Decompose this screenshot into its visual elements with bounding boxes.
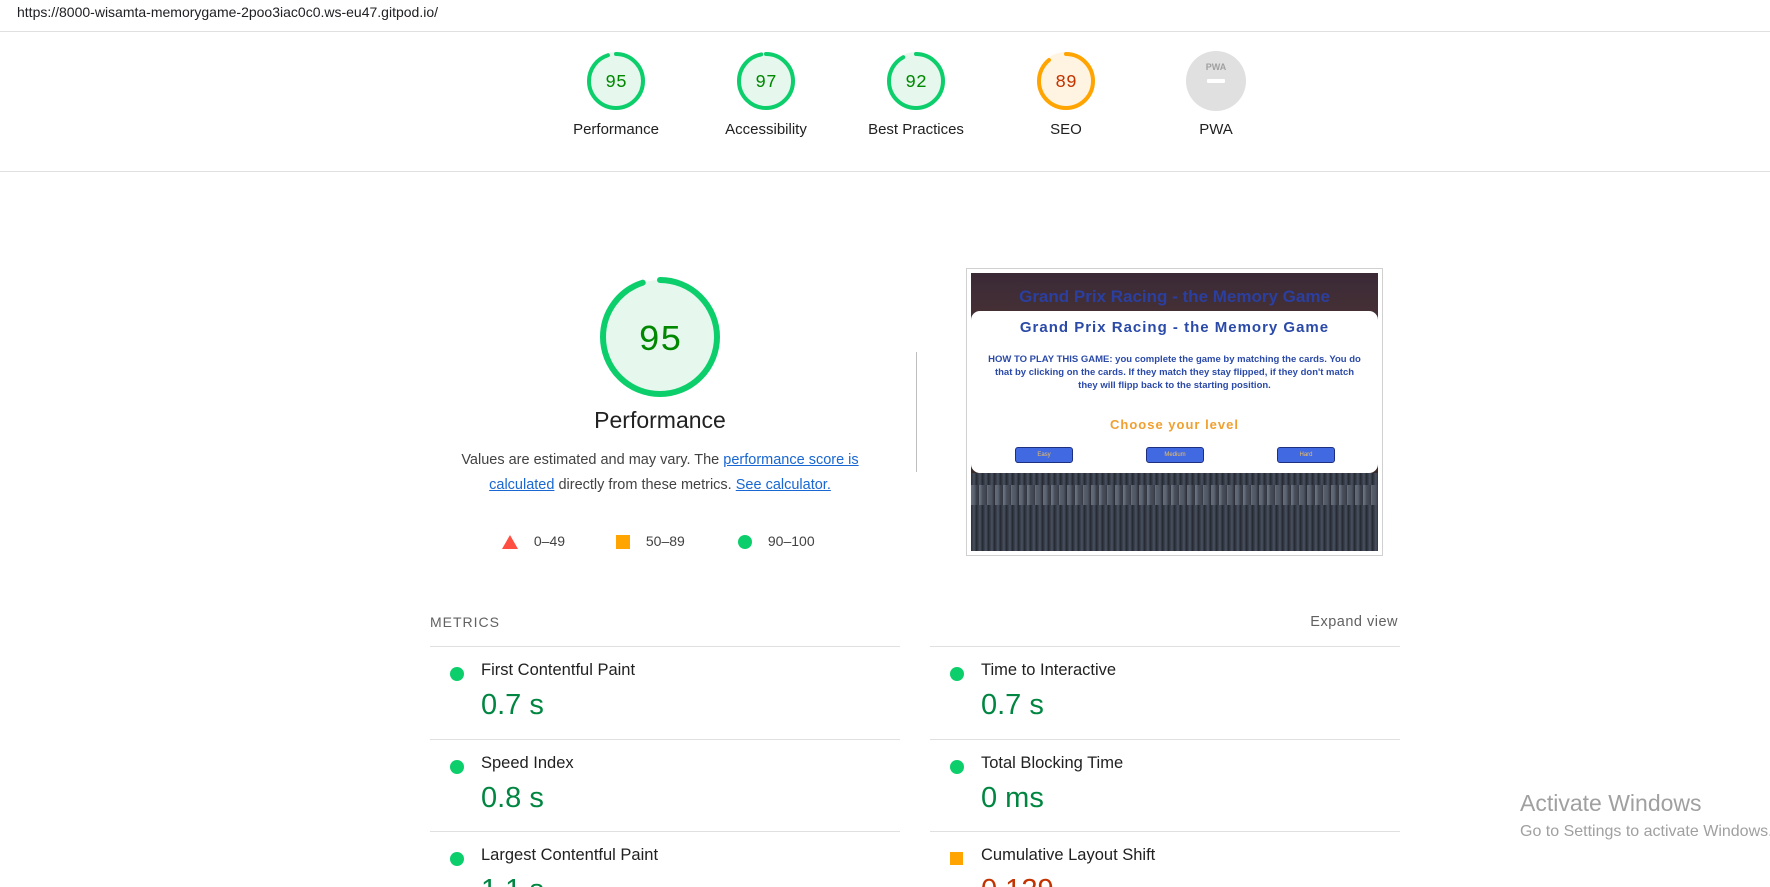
gauge-accessibility-value: 97	[755, 73, 777, 93]
screenshot-bg-title: Grand Prix Racing - the Memory Game	[1019, 287, 1330, 306]
final-screenshot[interactable]: Grand Prix Racing - the Memory Game Gran…	[966, 268, 1383, 556]
modal-title: Grand Prix Racing - the Memory Game	[1019, 319, 1330, 336]
gauge-seo[interactable]: 89 SEO	[991, 50, 1141, 138]
address-bar[interactable]: https://8000-wisamta-memorygame-2poo3iac…	[0, 0, 1770, 32]
level-medium-button: Medium	[1146, 447, 1204, 463]
metric-value: 0.7 s	[481, 689, 544, 721]
metric-largest-contentful-paint: Largest Contentful Paint 1.1 s	[430, 831, 900, 887]
average-square-icon	[950, 852, 963, 865]
metric-value: 1.1 s	[481, 874, 544, 887]
metric-name: Cumulative Layout Shift	[981, 846, 1156, 864]
gauge-pwa[interactable]: PWA PWA	[1141, 50, 1291, 138]
score-legend: 0–49 50–89 90–100	[500, 530, 840, 554]
gauge-seo-label: SEO	[1050, 121, 1082, 138]
screenshot-image: Grand Prix Racing - the Memory Game Gran…	[971, 273, 1378, 551]
score-gauges-header: 95 Performance 97 Accessibility 92 Best …	[0, 32, 1770, 172]
performance-description: Values are estimated and may vary. The p…	[461, 452, 859, 493]
pass-circle-icon	[450, 667, 464, 681]
metric-first-contentful-paint: First Contentful Paint 0.7 s	[430, 646, 900, 738]
triangle-icon	[502, 535, 518, 550]
url-text: https://8000-wisamta-memorygame-2poo3iac…	[17, 4, 438, 20]
grandstand-highlight	[971, 485, 1378, 505]
metric-name: Largest Contentful Paint	[481, 846, 659, 864]
gauge-accessibility-ring: 97	[737, 52, 795, 110]
watermark-line-2: Go to Settings to activate Windows.	[1520, 823, 1770, 840]
performance-title: Performance	[594, 407, 726, 433]
screenshot-modal: Grand Prix Racing - the Memory Game HOW …	[971, 311, 1378, 473]
see-calculator-link[interactable]: See calculator.	[736, 477, 831, 493]
performance-big-gauge: 95	[600, 277, 720, 397]
level-easy-button: Easy	[1015, 447, 1073, 463]
metric-speed-index: Speed Index 0.8 s	[430, 739, 900, 831]
metric-time-to-interactive: Time to Interactive 0.7 s	[930, 646, 1400, 738]
metrics-heading: METRICS	[430, 614, 500, 630]
circle-icon	[738, 535, 752, 550]
gauge-accessibility-label: Accessibility	[725, 121, 807, 138]
square-icon	[616, 535, 630, 550]
gauge-best-practices-ring: 92	[887, 52, 945, 110]
gauge-pwa-label: PWA	[1199, 121, 1233, 138]
modal-choose-level: Choose your level	[1110, 417, 1239, 432]
metric-value: 0 ms	[981, 782, 1044, 814]
metric-name: Time to Interactive	[981, 661, 1117, 679]
metric-total-blocking-time: Total Blocking Time 0 ms	[930, 739, 1400, 831]
legend-fail: 0–49	[502, 530, 565, 552]
pass-circle-icon	[950, 760, 964, 774]
gauge-seo-value: 89	[1055, 73, 1077, 93]
gauge-seo-ring: 89	[1037, 52, 1095, 110]
pwa-badge-icon: PWA	[1186, 51, 1246, 111]
metric-cumulative-layout-shift: Cumulative Layout Shift 0.129	[930, 831, 1400, 887]
gauge-performance[interactable]: 95 Performance	[541, 50, 691, 138]
metric-name: Speed Index	[481, 754, 574, 772]
pass-circle-icon	[950, 667, 964, 681]
level-hard-button: Hard	[1277, 447, 1335, 463]
pass-circle-icon	[450, 760, 464, 774]
gauge-performance-ring: 95	[587, 52, 645, 110]
pass-circle-icon	[450, 852, 464, 866]
metric-value: 0.129	[981, 874, 1054, 887]
windows-activation-watermark: Activate Windows Go to Settings to activ…	[1520, 790, 1770, 841]
watermark-line-1: Activate Windows	[1520, 790, 1702, 816]
metric-name: Total Blocking Time	[981, 754, 1124, 772]
gauge-best-practices-value: 92	[905, 73, 927, 93]
modal-instructions: HOW TO PLAY THIS GAME: you complete the …	[988, 354, 1361, 391]
gauge-performance-value: 95	[605, 73, 627, 93]
metric-value: 0.8 s	[481, 782, 544, 814]
performance-big-value: 95	[638, 320, 681, 361]
gauge-performance-label: Performance	[573, 121, 659, 138]
legend-pass: 90–100	[738, 530, 815, 552]
pwa-badge-text: PWA	[1206, 62, 1227, 72]
metric-name: First Contentful Paint	[481, 661, 636, 679]
expand-view-toggle[interactable]: Expand view	[1310, 614, 1398, 630]
gauge-best-practices-label: Best Practices	[868, 121, 964, 138]
gauge-best-practices[interactable]: 92 Best Practices	[841, 50, 991, 138]
performance-summary: 95 Performance Values are estimated and …	[430, 275, 890, 498]
vertical-divider	[916, 352, 917, 472]
legend-average: 50–89	[616, 530, 685, 552]
metric-value: 0.7 s	[981, 689, 1044, 721]
gauge-accessibility[interactable]: 97 Accessibility	[691, 50, 841, 138]
metrics-header: METRICS Expand view	[430, 614, 1398, 638]
